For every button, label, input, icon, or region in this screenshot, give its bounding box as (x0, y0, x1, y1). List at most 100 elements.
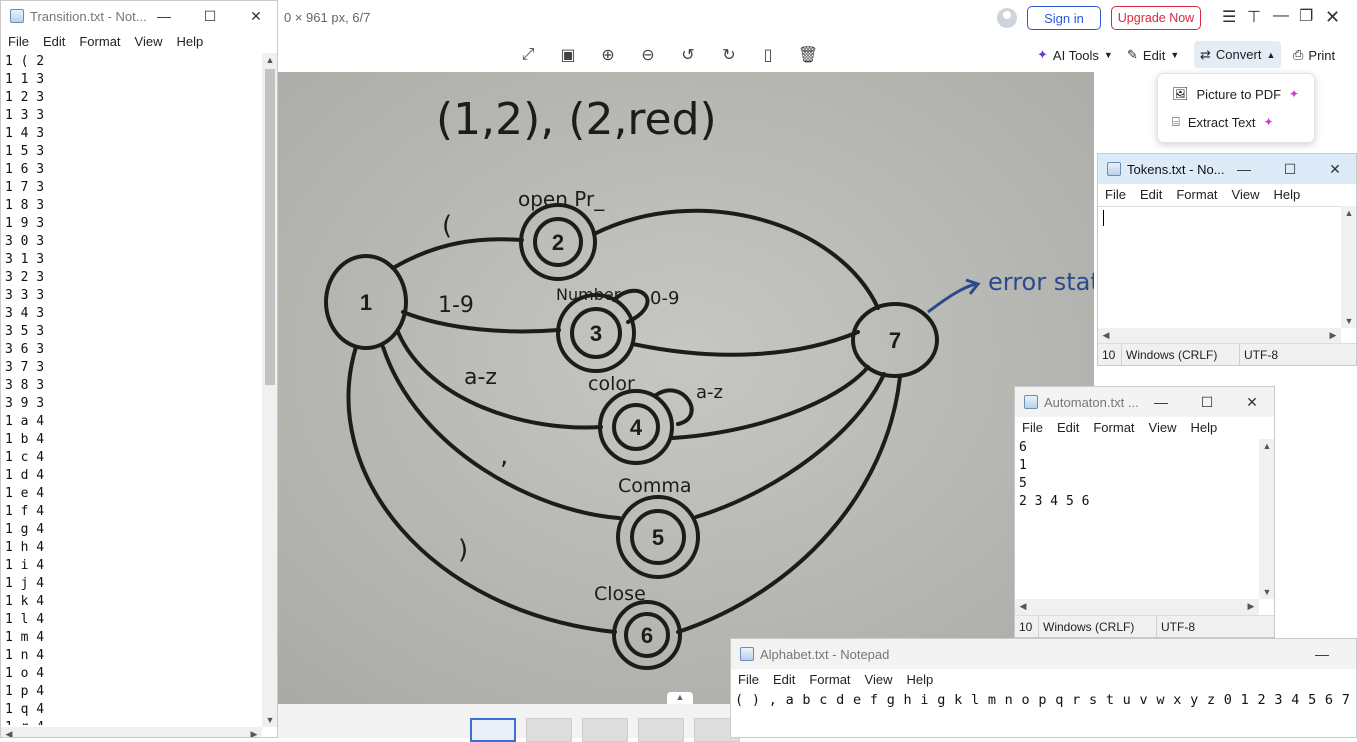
text-line: 1 f 4 (5, 504, 45, 519)
close-icon[interactable]: ✕ (1229, 387, 1274, 417)
rotate-right-icon[interactable]: ↻ (718, 44, 740, 66)
text-editor[interactable]: 1 ( 2 1 1 3 1 2 3 1 3 3 1 4 3 1 5 3 1 6 3 1 7 3… (1, 53, 261, 725)
restore-icon[interactable]: ❐ (1299, 9, 1313, 25)
scroll-left-icon[interactable]: ◀ (1, 729, 17, 737)
fit-page-icon[interactable]: ▣ (557, 44, 579, 66)
page-thumbnail[interactable] (638, 718, 684, 742)
scroll-up-icon[interactable]: ▲ (1341, 208, 1356, 218)
text-line: 1 2 3 (5, 90, 45, 105)
title-bar[interactable]: Alphabet.txt - Notepad (731, 639, 1356, 669)
scroll-thumb[interactable] (265, 69, 275, 385)
menu-view[interactable]: View (1225, 184, 1267, 206)
text-line: 1 d 4 (5, 468, 45, 483)
menu-help[interactable]: Help (1266, 184, 1307, 206)
menu-help[interactable]: Help (899, 669, 940, 691)
minimize-icon[interactable]: — (1299, 639, 1345, 669)
vertical-scrollbar[interactable]: ▲ ▼ (262, 53, 277, 727)
text-editor[interactable]: 6 1 5 2 3 4 5 6 (1015, 439, 1259, 599)
horizontal-scrollbar[interactable]: ◀ ▶ (1, 727, 262, 737)
menu-format[interactable]: Format (802, 669, 857, 691)
text-editor[interactable]: ( ) , a b c d e f g h i g k l m n o p q … (731, 691, 1356, 737)
menu-format[interactable]: Format (1169, 184, 1224, 206)
convert-icon: ⇄ (1200, 46, 1211, 62)
maximize-icon[interactable]: ☐ (1267, 154, 1313, 184)
vertical-scrollbar[interactable]: ▲ ▼ (1259, 439, 1274, 599)
page-thumbnail[interactable] (526, 718, 572, 742)
chevron-up-icon: ▲ (1266, 49, 1276, 60)
menu-file[interactable]: File (1, 31, 36, 53)
close-icon[interactable]: ✕ (233, 1, 277, 31)
text-editor[interactable] (1098, 206, 1341, 329)
text-line: 1 o 4 (5, 666, 45, 681)
encoding: UTF-8 (1161, 619, 1195, 634)
scroll-down-icon[interactable]: ▼ (262, 715, 277, 725)
edge-paren-label: ( (442, 211, 452, 241)
pin-icon[interactable]: ⊤ (1247, 10, 1261, 26)
scroll-down-icon[interactable]: ▼ (1259, 587, 1274, 597)
menu-edit[interactable]: Edit (1133, 184, 1169, 206)
horizontal-scrollbar[interactable]: ◀ ▶ (1015, 599, 1259, 615)
print-label: Print (1308, 47, 1336, 63)
scroll-right-icon[interactable]: ▶ (1243, 601, 1259, 612)
menu-view[interactable]: View (858, 669, 900, 691)
text-line: 1 n 4 (5, 648, 45, 663)
scroll-up-icon[interactable]: ▲ (1259, 441, 1274, 451)
collapse-thumbnails-icon[interactable]: ▲ (667, 692, 693, 704)
menu-help[interactable]: Help (169, 31, 210, 53)
page-thumbnail[interactable] (582, 718, 628, 742)
menu-file[interactable]: File (1015, 417, 1050, 439)
vertical-scrollbar[interactable]: ▲ ▼ (1341, 206, 1356, 328)
state-3-label: 3 (590, 321, 602, 346)
scroll-up-icon[interactable]: ▲ (262, 55, 277, 65)
edit-button[interactable]: ✎ Edit ▼ (1127, 44, 1179, 66)
text-line: 3 8 3 (5, 378, 45, 393)
rotate-left-icon[interactable]: ↺ (677, 44, 699, 66)
sign-in-button[interactable]: Sign in (1027, 6, 1101, 30)
menu-item-extract-text[interactable]: ⌸ Extract Text ✦ (1172, 112, 1274, 132)
menu-file[interactable]: File (1098, 184, 1133, 206)
color-state-label: color (588, 373, 635, 395)
close-icon[interactable]: ✕ (1325, 8, 1340, 26)
scroll-left-icon[interactable]: ◀ (1098, 330, 1114, 341)
delete-icon[interactable]: 🗑 (797, 44, 819, 66)
maximize-icon[interactable]: ☐ (1184, 387, 1230, 417)
upgrade-now-button[interactable]: Upgrade Now (1111, 6, 1201, 30)
zoom-in-icon[interactable]: ⊕ (597, 44, 619, 66)
mouse-icon[interactable]: ▯ (757, 44, 779, 66)
menu-edit[interactable]: Edit (766, 669, 802, 691)
minimize-icon[interactable]: — (1138, 387, 1184, 417)
page-thumbnail[interactable] (470, 718, 516, 742)
scroll-left-icon[interactable]: ◀ (1015, 601, 1031, 612)
scroll-right-icon[interactable]: ▶ (246, 729, 262, 737)
convert-button[interactable]: ⇄ Convert ▲ (1194, 41, 1282, 68)
menu-format[interactable]: Format (72, 31, 127, 53)
menu-file[interactable]: File (731, 669, 766, 691)
hamburger-menu-icon[interactable]: ☰ (1222, 10, 1236, 26)
menu-view[interactable]: View (128, 31, 170, 53)
menu-item-picture-to-pdf[interactable]: 🖼 Picture to PDF ✦ (1172, 84, 1299, 104)
maximize-icon[interactable]: ☐ (187, 1, 233, 31)
menu-help[interactable]: Help (1183, 417, 1224, 439)
edge-a-z-label: a-z (464, 365, 497, 390)
menu-edit[interactable]: Edit (36, 31, 72, 53)
tokens-notepad-window: Tokens.txt - No... — ☐ ✕ File Edit Forma… (1097, 153, 1357, 366)
menu-edit[interactable]: Edit (1050, 417, 1086, 439)
text-line: 1 q 4 (5, 702, 45, 717)
menu-format[interactable]: Format (1086, 417, 1141, 439)
user-avatar-icon[interactable] (997, 8, 1017, 28)
ai-tools-button[interactable]: ✦ AI Tools ▼ (1037, 44, 1113, 66)
zoom-out-icon[interactable]: ⊖ (637, 44, 659, 66)
minimize-icon[interactable]: — (1273, 8, 1289, 24)
horizontal-scrollbar[interactable]: ◀ ▶ (1098, 328, 1341, 344)
minimize-icon[interactable]: — (1221, 154, 1267, 184)
print-button[interactable]: ⎙ Print (1293, 44, 1335, 66)
close-icon[interactable]: ✕ (1312, 154, 1356, 184)
scroll-right-icon[interactable]: ▶ (1325, 330, 1341, 341)
fullscreen-icon[interactable]: ⤢ (517, 44, 539, 66)
text-line: 1 4 3 (5, 126, 45, 141)
scroll-down-icon[interactable]: ▼ (1341, 316, 1356, 326)
text-line: 1 r 4 (1, 719, 261, 725)
window-title: Alphabet.txt - Notepad (760, 646, 890, 662)
menu-view[interactable]: View (1142, 417, 1184, 439)
minimize-icon[interactable]: — (141, 1, 187, 31)
